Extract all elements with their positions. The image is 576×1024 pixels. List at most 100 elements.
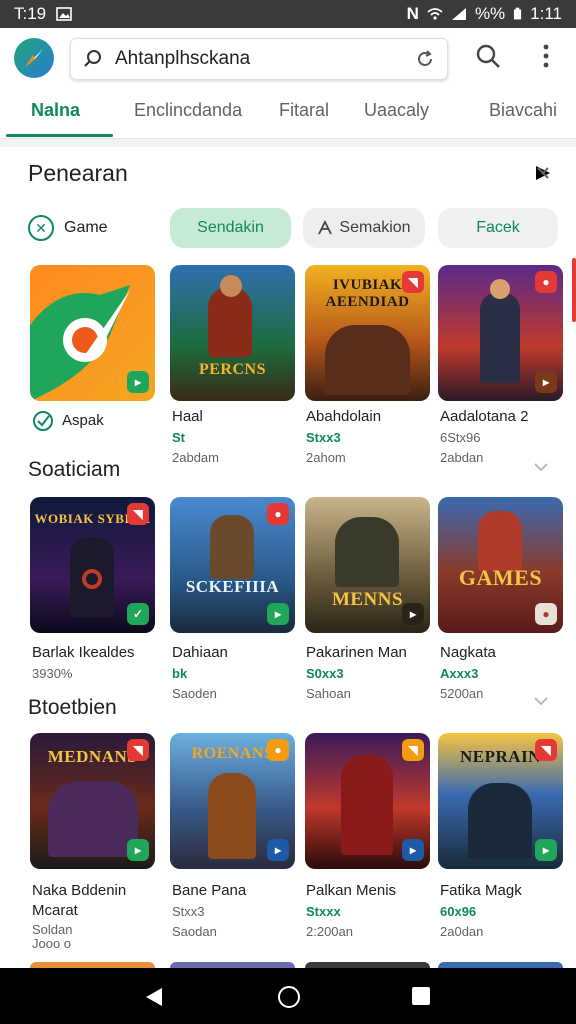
app-name[interactable]: Dahiaan (172, 644, 302, 661)
battery-icon (514, 7, 522, 20)
hero-head (220, 275, 242, 297)
heroes-group (335, 517, 399, 587)
chevron-down-icon[interactable] (532, 458, 550, 476)
app-meta: 5200an (440, 686, 484, 701)
install-badge-icon: ▸ (535, 371, 557, 393)
verified-icon (33, 411, 53, 431)
hot-badge-icon: ◥ (127, 503, 149, 525)
tab-fitaral[interactable]: Fitaral (279, 100, 329, 121)
status-bar: T:19 N %% 1:11 (0, 0, 576, 28)
app-card-fatika[interactable]: NEPRAIN ◥ ▸ (438, 733, 563, 869)
chip-semakion[interactable]: Semakion (303, 208, 425, 248)
app-rating: St (172, 430, 185, 445)
app-card-bane[interactable]: ROENANS ● ▸ (170, 733, 295, 869)
app-name[interactable]: Bane Pana (172, 882, 302, 899)
app-card-naka[interactable]: MEDNANS ◥ ▸ (30, 733, 155, 869)
hot-badge-icon: ◥ (402, 739, 424, 761)
app-card-nagkata[interactable]: GAMES ● (438, 497, 563, 633)
chip-game[interactable]: ✕ Game (22, 208, 162, 248)
tab-biavcahi[interactable]: Biavcahi (489, 100, 557, 121)
app-name[interactable]: Abahdolain (306, 408, 436, 425)
app-meta: Jooo o (32, 936, 72, 951)
app-name[interactable]: Palkan Menis (306, 882, 436, 899)
app-card-dahiaan[interactable]: SCKEFIIIA ● ▸ (170, 497, 295, 633)
app-name[interactable]: Aadalotana 2 (440, 408, 570, 425)
app-name[interactable]: Pakarinen Man (306, 644, 436, 661)
app-card-palkan[interactable]: ◥ ▸ (305, 733, 430, 869)
install-badge-icon: ▸ (402, 839, 424, 861)
app-name[interactable]: Fatika Magk (440, 882, 570, 899)
app-name[interactable]: Haal (172, 408, 302, 425)
app-logo[interactable] (14, 38, 54, 78)
app-card-aadalotana[interactable]: ● ▸ (438, 265, 563, 401)
install-badge-icon: ▸ (402, 603, 424, 625)
battery-text: %% (474, 4, 506, 23)
section-title-soaticiam: Soaticiam (28, 458, 121, 481)
app-meta: 6Stx96 (440, 430, 481, 445)
collapse-icon[interactable] (534, 164, 552, 182)
app-name[interactable]: Naka Bddenin (32, 882, 162, 899)
hero-figure (341, 755, 393, 855)
more-vert-icon[interactable] (534, 42, 558, 70)
tab-nalna[interactable]: Nalna (31, 100, 80, 121)
app-card-haal[interactable]: PERCNS (170, 265, 295, 401)
warrior-head (490, 279, 510, 299)
chip-facek-label: Facek (476, 219, 520, 236)
filter-icon (318, 220, 333, 235)
app-card-abahdolain[interactable]: IVUBIAK AEENDIAD ◥ (305, 265, 430, 401)
chip-semakion-label: Semakion (339, 219, 411, 236)
app-card-barlak[interactable]: WOBIAK SYBIAK ◥ ✓ (30, 497, 155, 633)
app-meta: Soldan (32, 922, 73, 937)
hot-badge-icon: ● (535, 271, 557, 293)
app-rating: bk (172, 666, 188, 681)
chip-sendakin[interactable]: Sendakin (170, 208, 291, 248)
chip-facek[interactable]: Facek (438, 208, 558, 248)
search-bar[interactable] (70, 38, 448, 80)
tab-uaacaly[interactable]: Uaacaly (364, 100, 429, 121)
install-badge-icon: ● (535, 603, 557, 625)
recents-icon[interactable] (412, 987, 430, 1005)
hero-figure (478, 511, 522, 571)
search-icon[interactable] (474, 42, 502, 70)
app-top-bar (0, 28, 576, 92)
app-name[interactable]: Nagkata (440, 644, 570, 661)
heroes-group (48, 781, 138, 857)
status-time: T:19 (14, 4, 47, 23)
app-meta: Saodan (172, 924, 217, 939)
app-rating: S0xx3 (306, 666, 344, 681)
wifi-icon (427, 8, 443, 20)
app-rating: Stxxx (306, 904, 341, 919)
home-icon[interactable] (278, 986, 300, 1008)
art-title: SCKEFIIIA (185, 577, 280, 596)
section-title-btoetbien: Btoetbien (28, 696, 117, 719)
image-notification-icon (56, 7, 72, 21)
app-name[interactable]: Barlak Ikealdes (32, 644, 162, 661)
app-meta: Saoden (172, 686, 217, 701)
app-name-line2[interactable]: Mcarat (32, 902, 162, 919)
app-rating: 60x96 (440, 904, 477, 919)
back-icon[interactable] (146, 988, 162, 1006)
hero-figure (208, 287, 252, 357)
install-badge-icon: ▸ (127, 839, 149, 861)
app-card-pakarinen[interactable]: MENNS ▸ (305, 497, 430, 633)
art-title: PERCNS (198, 361, 266, 378)
tab-enclincdanda[interactable]: Enclincdanda (134, 100, 242, 121)
app-rating: Stxx3 (172, 904, 205, 919)
section-divider (0, 139, 576, 147)
app-meta: 2abdan (440, 450, 484, 465)
hot-badge-icon: ◥ (535, 739, 557, 761)
search-icon (84, 50, 101, 67)
app-meta: 2abdam (172, 450, 219, 465)
chip-game-label: Game (64, 219, 108, 236)
search-input[interactable] (113, 47, 407, 71)
art-title: GAMES (458, 565, 543, 590)
app-card-aspak[interactable]: ▸ (30, 265, 155, 401)
chevron-down-icon[interactable] (532, 692, 550, 710)
app-meta: 2a0dan (440, 924, 484, 939)
install-badge-icon: ▸ (535, 839, 557, 861)
refresh-icon[interactable] (415, 49, 435, 69)
status-clock: 1:11 (530, 4, 562, 23)
nfc-icon: N (406, 4, 419, 23)
heroes-group (468, 783, 532, 859)
app-meta: Sahoan (306, 686, 351, 701)
